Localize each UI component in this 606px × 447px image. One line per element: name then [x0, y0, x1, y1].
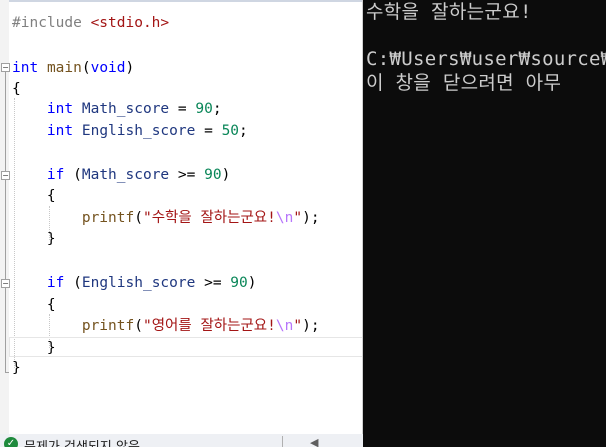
current-line-highlight	[9, 337, 363, 357]
code-line[interactable]: }	[12, 357, 21, 379]
code-token: 50	[221, 123, 240, 139]
code-token: >=	[169, 167, 205, 183]
code-token: printf	[81, 210, 135, 226]
code-token: )	[125, 60, 135, 76]
code-token: {	[12, 297, 56, 313]
console-output-line: 수학을 잘하는군요!	[366, 1, 532, 23]
status-separator	[282, 436, 283, 447]
code-token: int	[12, 60, 39, 76]
code-token: "영어를 잘하는군요!	[142, 318, 276, 334]
code-token: }	[12, 360, 21, 376]
code-token: =	[195, 123, 222, 139]
code-line[interactable]: int English_score = 50;	[12, 120, 248, 142]
code-line[interactable]: if (English_score >= 90)	[12, 272, 257, 294]
code-token: void	[90, 60, 126, 76]
console-window[interactable]: 수학을 잘하는군요! C:₩Users₩user₩source₩ 이 창을 닫으…	[363, 0, 606, 447]
code-token: Math_score	[81, 167, 170, 183]
code-line[interactable]: printf("수학을 잘하는군요!\n");	[12, 207, 320, 229]
code-token: int	[46, 101, 74, 117]
issues-status-text[interactable]: 문제가 검색되지 않음	[24, 436, 140, 447]
code-line[interactable]: printf("영어를 잘하는군요!\n");	[12, 315, 320, 337]
code-token: English_score	[81, 275, 196, 291]
code-token: \n	[275, 318, 294, 334]
code-token: "	[293, 318, 303, 334]
code-line[interactable]: int Math_score = 90;	[12, 98, 222, 120]
code-token: =	[169, 101, 196, 117]
code-token: {	[12, 81, 21, 97]
code-token: #include	[12, 15, 91, 31]
code-token: ;	[212, 101, 222, 117]
check-circle-icon: ✓	[4, 437, 18, 447]
code-token: }	[12, 340, 56, 356]
fold-end-tick	[5, 372, 9, 373]
code-line[interactable]: {	[12, 78, 21, 100]
code-line[interactable]: }	[12, 337, 56, 359]
code-token: 90	[204, 167, 222, 183]
code-token: (	[64, 275, 82, 291]
code-token: {	[12, 188, 56, 204]
code-token: if	[46, 275, 65, 291]
code-token: )	[221, 167, 231, 183]
editor-top-border	[0, 0, 363, 2]
code-token: 90	[230, 275, 248, 291]
code-token: }	[12, 231, 56, 247]
code-token: (	[64, 167, 82, 183]
code-token: );	[302, 318, 320, 334]
code-token: 90	[195, 101, 213, 117]
code-token: int	[46, 123, 74, 139]
editor-status-bar: ✓ 문제가 검색되지 않음 ◀	[0, 434, 363, 447]
code-token: (	[134, 210, 143, 226]
code-editor[interactable]: − − − #include <stdio.h> int main(void){ …	[0, 0, 363, 447]
code-token: (	[134, 318, 143, 334]
collapse-if-english-icon[interactable]: −	[1, 279, 10, 288]
code-token: Math_score	[81, 101, 170, 117]
code-token: English_score	[81, 123, 196, 139]
code-token: \n	[275, 210, 294, 226]
console-output-line: 이 창을 닫으려면 아무	[366, 72, 562, 94]
code-token: "수학을 잘하는군요!	[142, 210, 276, 226]
collapse-if-math-icon[interactable]: −	[1, 171, 10, 180]
code-token: );	[302, 210, 320, 226]
console-output-line: C:₩Users₩user₩source₩	[366, 48, 606, 70]
collapse-main-icon[interactable]: −	[1, 63, 10, 72]
code-line[interactable]: }	[12, 228, 56, 250]
code-line[interactable]: #include <stdio.h>	[12, 12, 169, 34]
code-token: printf	[81, 318, 135, 334]
chevron-left-icon[interactable]: ◀	[310, 436, 318, 447]
code-line[interactable]: if (Math_score >= 90)	[12, 164, 230, 186]
code-token: >=	[195, 275, 231, 291]
code-token: <stdio.h>	[90, 15, 170, 31]
code-line[interactable]: int main(void)	[12, 57, 134, 79]
code-token: "	[293, 210, 303, 226]
code-token: main	[46, 60, 82, 76]
fold-guide-line	[5, 72, 6, 372]
code-line[interactable]: {	[12, 294, 56, 316]
code-token: if	[46, 167, 65, 183]
code-token: )	[247, 275, 257, 291]
code-token: (	[81, 60, 91, 76]
code-line[interactable]: {	[12, 185, 56, 207]
code-token: ;	[239, 123, 248, 139]
